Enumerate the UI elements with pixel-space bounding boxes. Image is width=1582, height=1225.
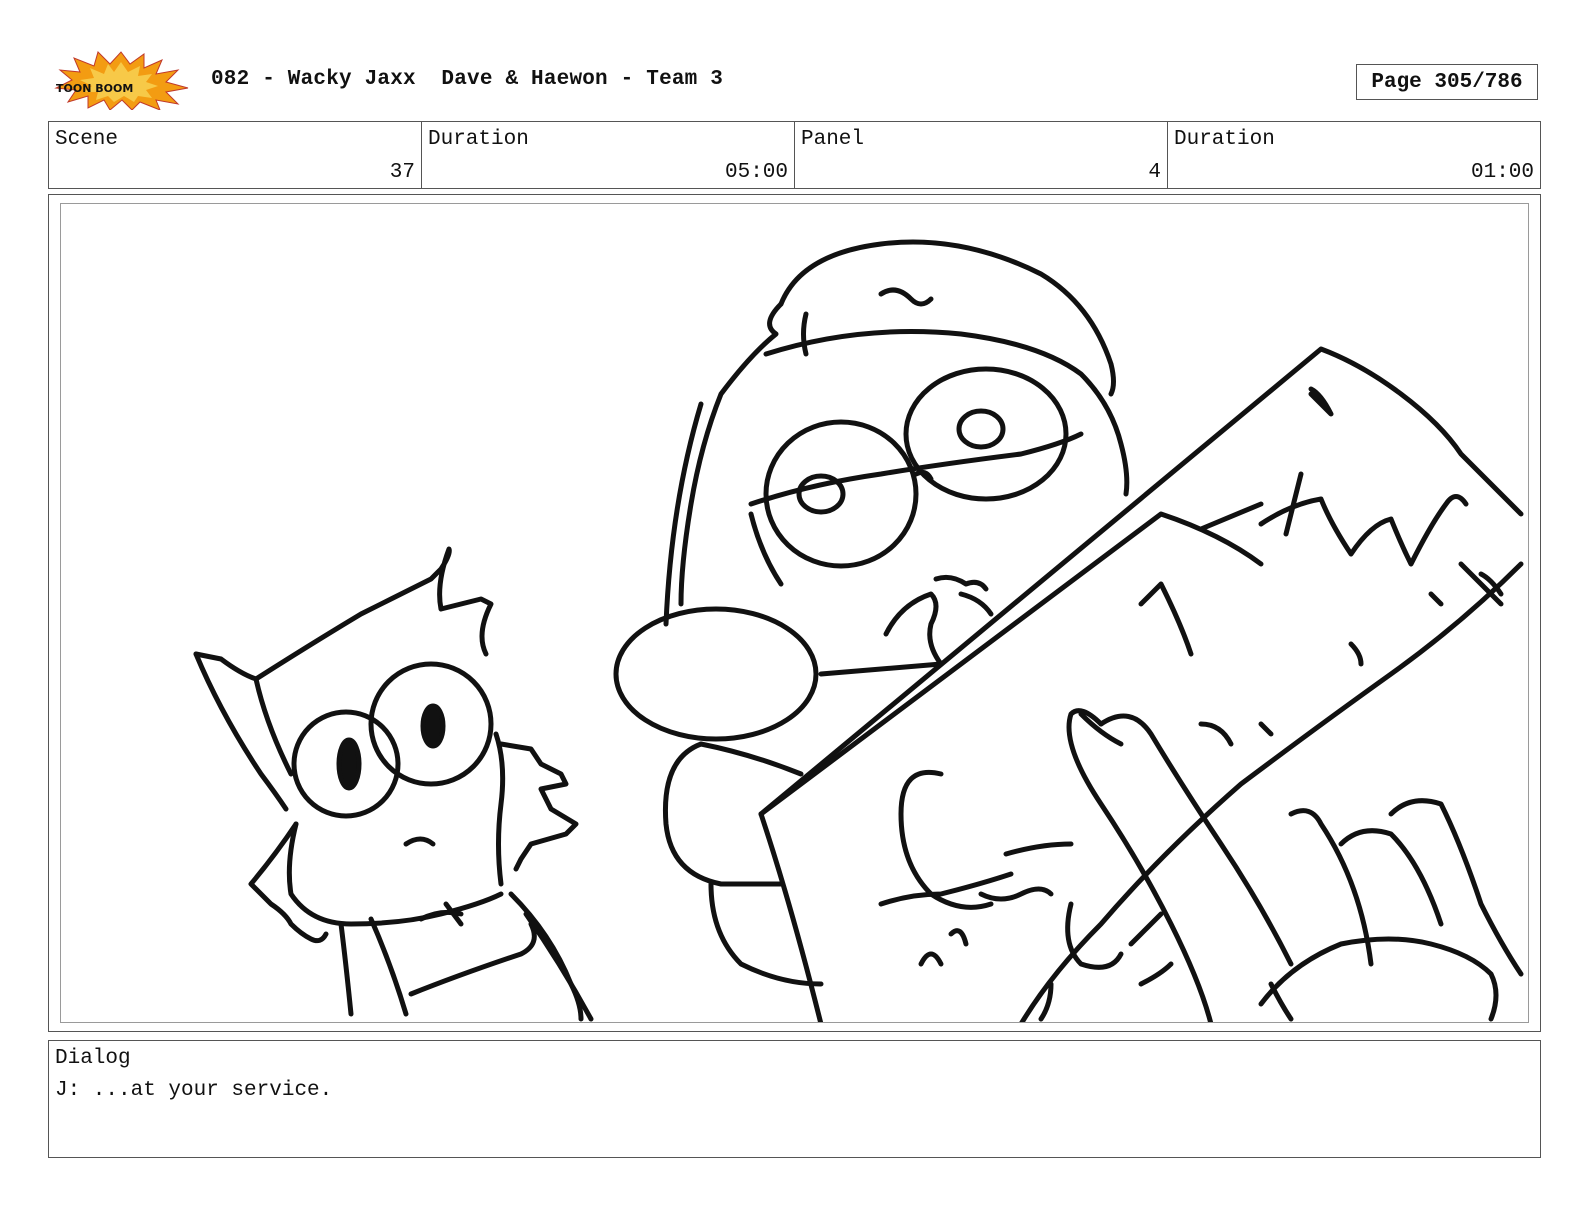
scene-duration-label: Duration [428, 128, 529, 151]
large-character-sketch [613, 239, 1130, 987]
page-title: 082 - Wacky Jaxx Dave & Haewon - Team 3 [211, 68, 724, 91]
storyboard-panel [60, 203, 1529, 1023]
small-character-sketch [193, 546, 594, 1022]
scene-duration-value: 05:00 [724, 161, 788, 184]
scene-cell: Scene 37 [49, 122, 422, 188]
panel-duration-label: Duration [1174, 128, 1275, 151]
logo-text: TOON BOOM [56, 82, 133, 95]
panel-duration-value: 01:00 [1470, 161, 1534, 184]
page-number-badge: Page 305/786 [1356, 64, 1538, 100]
storyboard-sketch-drawing [193, 239, 1524, 1022]
scene-info-row: Scene 37 Duration 05:00 Panel 4 Duration… [48, 121, 1541, 189]
scene-label: Scene [55, 128, 119, 151]
panel-label: Panel [801, 128, 865, 151]
panel-cell: Panel 4 [795, 122, 1168, 188]
toon-boom-logo: TOON BOOM [52, 50, 190, 111]
book-sketch [758, 346, 1524, 1022]
dialog-box: Dialog J: ...at your service. [48, 1040, 1541, 1158]
panel-duration-cell: Duration 01:00 [1168, 122, 1540, 188]
page-number-text: Page 305/786 [1371, 70, 1523, 94]
dialog-label: Dialog [55, 1047, 131, 1070]
scene-value: 37 [389, 161, 415, 184]
logo-burst-icon: TOON BOOM [54, 51, 189, 111]
panel-value: 4 [1148, 161, 1161, 184]
scene-duration-cell: Duration 05:00 [422, 122, 795, 188]
dialog-text: J: ...at your service. [55, 1079, 333, 1102]
storyboard-panel-frame [48, 194, 1541, 1032]
